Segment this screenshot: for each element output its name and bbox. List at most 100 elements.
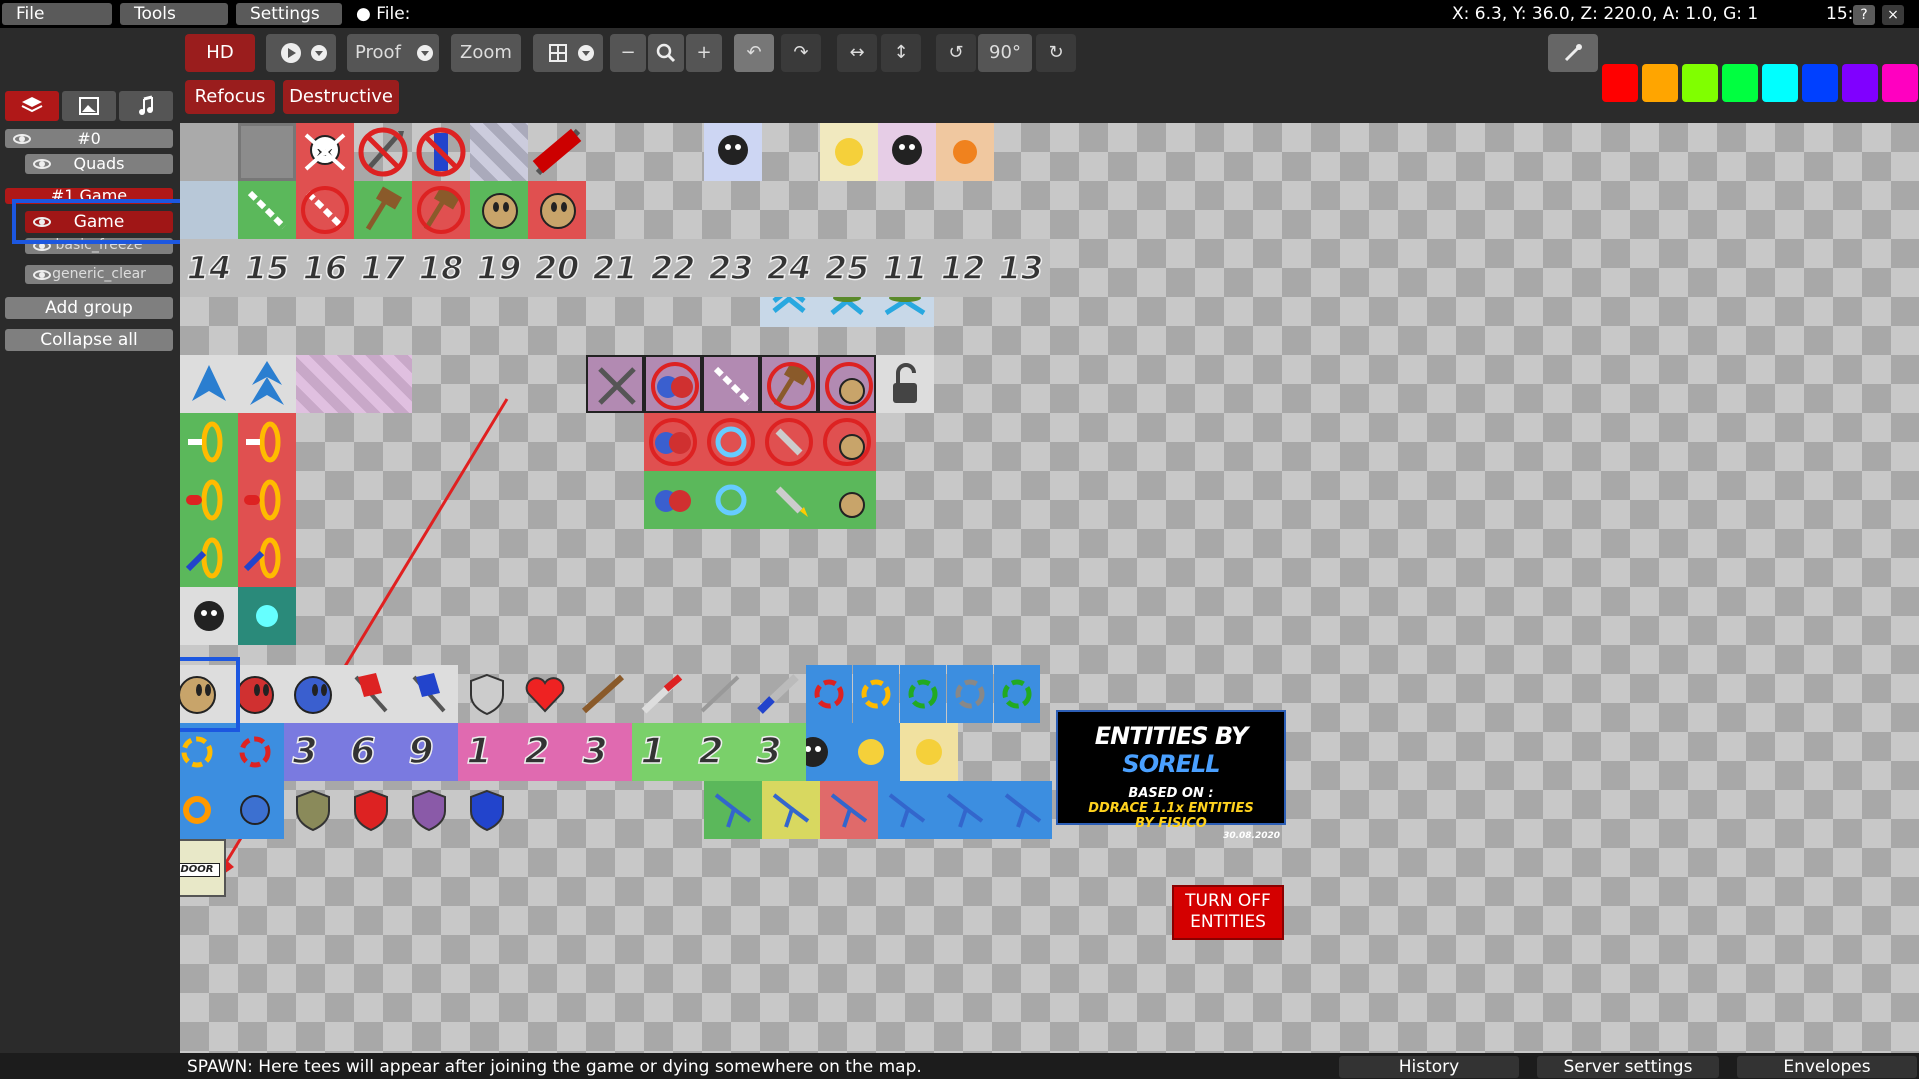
walker-tile[interactable] — [936, 781, 994, 839]
help-button[interactable]: ? — [1853, 5, 1875, 25]
rotation-stopper-tile[interactable] — [947, 665, 993, 723]
zoom-out-button[interactable]: − — [610, 34, 646, 72]
tab-images[interactable] — [62, 91, 116, 121]
layer-generic-clear[interactable]: generic_clear — [25, 265, 173, 284]
color-swatch[interactable] — [1762, 64, 1798, 102]
walker-tile[interactable] — [994, 781, 1052, 839]
rotation-angle[interactable]: 90° — [978, 34, 1032, 72]
hd-button[interactable]: HD — [185, 34, 255, 72]
checkpoint-tile[interactable]: 18 — [412, 239, 470, 297]
rotate-right-button[interactable]: ↻ — [1036, 34, 1076, 72]
redo-rotate-button[interactable]: ↷ — [781, 34, 821, 72]
checkpoint-tile[interactable]: 19 — [470, 239, 528, 297]
tab-sounds[interactable] — [119, 91, 173, 121]
health-tile[interactable] — [516, 665, 574, 723]
grid-button[interactable] — [533, 34, 603, 72]
layer-quads[interactable]: Quads — [25, 154, 173, 174]
walker-tile[interactable] — [762, 781, 820, 839]
checkpoint-tile[interactable]: 13 — [992, 239, 1050, 297]
destructive-button[interactable]: Destructive — [283, 80, 399, 114]
color-swatch[interactable] — [1642, 64, 1678, 102]
checkpoint-tile[interactable]: 14 — [180, 239, 238, 297]
robot-legs-icon — [946, 793, 984, 828]
rotation-stopper-tile[interactable] — [994, 665, 1040, 723]
checkpoint-tile[interactable]: 20 — [528, 239, 586, 297]
color-swatch[interactable] — [1602, 64, 1638, 102]
switch-number-tile[interactable]: 3 — [748, 723, 806, 781]
checkpoint-tile[interactable]: 22 — [644, 239, 702, 297]
color-swatch[interactable] — [1722, 64, 1758, 102]
checkpoint-tile[interactable]: 23 — [702, 239, 760, 297]
tileset-canvas[interactable]: xx — [180, 123, 1919, 1053]
shield-blue-tile[interactable] — [458, 781, 516, 839]
boost-blue-tile[interactable] — [226, 781, 284, 839]
shield-purple-tile[interactable] — [400, 781, 458, 839]
checkpoint-tile[interactable]: 24 — [760, 239, 818, 297]
checkpoint-tile[interactable]: 15 — [238, 239, 296, 297]
flag-red-tile[interactable] — [342, 665, 400, 723]
door-tile[interactable]: DOOR — [180, 839, 226, 897]
color-swatch[interactable] — [1842, 64, 1878, 102]
rotation-stopper-tile[interactable] — [806, 665, 852, 723]
flip-vertical-button[interactable]: ↕ — [881, 34, 921, 72]
checkpoint-tile[interactable]: 21 — [586, 239, 644, 297]
color-swatch[interactable] — [1882, 64, 1918, 102]
color-picker-button[interactable] — [1548, 34, 1598, 72]
zoom-in-button[interactable]: + — [686, 34, 722, 72]
rotate-left-button[interactable]: ↺ — [936, 34, 976, 72]
checkpoint-number: 15 — [244, 248, 290, 288]
walker-tile[interactable] — [878, 781, 936, 839]
checkpoint-tile[interactable]: 12 — [934, 239, 992, 297]
ninja-tile[interactable] — [690, 665, 748, 723]
checkpoint-tile[interactable]: 17 — [354, 239, 412, 297]
add-group-button[interactable]: Add group — [5, 297, 173, 319]
checkpoint-number: 19 — [476, 248, 522, 288]
walker-tile[interactable] — [704, 781, 762, 839]
checkpoint-tile[interactable]: 25 — [818, 239, 876, 297]
server-settings-button[interactable]: Server settings — [1537, 1056, 1719, 1078]
close-button[interactable]: × — [1882, 5, 1904, 25]
refocus-button[interactable]: Refocus — [185, 80, 275, 114]
boost-tile[interactable] — [180, 781, 226, 839]
rotate-arrows-icon — [861, 679, 891, 709]
sun-yellow-tile[interactable] — [900, 723, 958, 781]
checkpoint-tile[interactable]: 11 — [876, 239, 934, 297]
spawn-blue-tile[interactable] — [284, 665, 342, 723]
group-0[interactable]: #0 — [5, 129, 173, 148]
shield-tile[interactable] — [284, 781, 342, 839]
shield-red-tile[interactable] — [342, 781, 400, 839]
grid-icon — [538, 42, 598, 63]
walker-tile[interactable] — [820, 781, 878, 839]
envelopes-button[interactable]: Envelopes — [1737, 1056, 1917, 1078]
rotation-stopper-tile[interactable] — [900, 665, 946, 723]
menu-bar: File Tools Settings ● File: X: 6.3, Y: 3… — [0, 0, 1919, 28]
flip-horizontal-button[interactable]: ↔ — [837, 34, 877, 72]
checkpoint-tile[interactable]: 16 — [296, 239, 354, 297]
play-button[interactable] — [266, 34, 336, 72]
color-swatch[interactable] — [1682, 64, 1718, 102]
rotation-stopper-tile[interactable] — [853, 665, 899, 723]
eye-icon[interactable] — [13, 133, 31, 144]
settings-menu[interactable]: Settings — [236, 3, 342, 25]
tools-menu[interactable]: Tools — [120, 3, 228, 25]
zoom-reset-button[interactable] — [648, 34, 684, 72]
flag-blue-tile[interactable] — [400, 665, 458, 723]
armor-tile[interactable] — [458, 665, 516, 723]
undo-rotate-button[interactable]: ↶ — [734, 34, 774, 72]
eye-icon[interactable] — [33, 269, 51, 280]
shotgun-tile[interactable] — [574, 665, 632, 723]
eyedropper-icon — [1562, 42, 1584, 63]
plus-icon: + — [696, 42, 712, 63]
eye-icon[interactable] — [33, 159, 51, 169]
file-menu[interactable]: File — [2, 3, 112, 25]
sun-sky-tile[interactable] — [842, 723, 900, 781]
tab-layers[interactable] — [5, 91, 59, 121]
door-label: DOOR — [180, 863, 220, 877]
collapse-all-button[interactable]: Collapse all — [5, 329, 173, 351]
grenade-tile[interactable] — [632, 665, 690, 723]
laser-tile[interactable] — [748, 665, 806, 723]
color-swatch[interactable] — [1802, 64, 1838, 102]
history-button[interactable]: History — [1339, 1056, 1519, 1078]
proof-button[interactable]: Proof — [347, 34, 439, 72]
zoom-button[interactable]: Zoom — [451, 34, 521, 72]
